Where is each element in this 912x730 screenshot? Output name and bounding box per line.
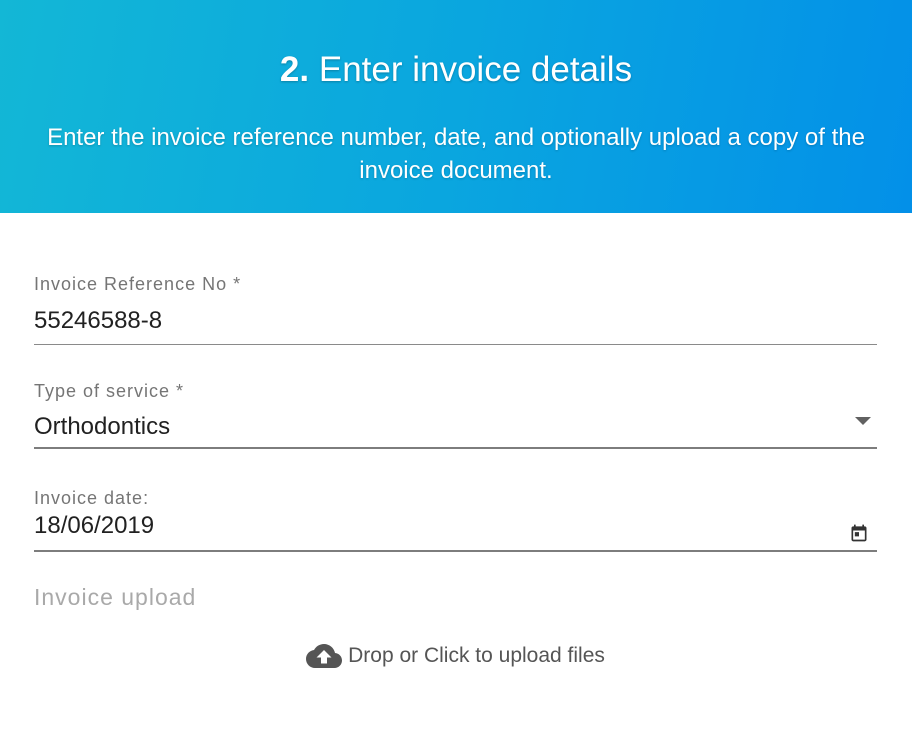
invoice-reference-label: Invoice Reference No *: [34, 274, 242, 294]
service-type-select[interactable]: Orthodontics: [34, 413, 170, 441]
invoice-upload-label: Invoice upload: [34, 584, 197, 610]
invoice-upload-dropzone[interactable]: Drop or Click to upload files: [34, 630, 877, 682]
cloud-upload-icon: [306, 644, 343, 668]
service-type-field[interactable]: Type of service * Orthodontics: [34, 377, 877, 450]
invoice-date-label: Invoice date:: [34, 488, 150, 508]
invoice-date-underline: [34, 550, 877, 552]
invoice-date-input[interactable]: 18/06/2019: [34, 512, 154, 540]
dropdown-arrow-icon[interactable]: [855, 417, 871, 425]
calendar-icon[interactable]: [849, 523, 869, 543]
upload-prompt-text: Drop or Click to upload files: [348, 644, 605, 667]
invoice-reference-underline: [34, 344, 877, 345]
page-header: 2. Enter invoice details Enter the invoi…: [0, 0, 912, 213]
step-title: Enter invoice details: [318, 50, 633, 89]
service-type-underline: [34, 447, 877, 449]
service-type-label: Type of service *: [34, 381, 185, 401]
invoice-reference-input[interactable]: 55246588-8: [34, 307, 162, 335]
page-subtitle: Enter the invoice reference number, date…: [47, 124, 865, 184]
invoice-reference-field[interactable]: Invoice Reference No * 55246588-8: [34, 270, 877, 346]
step-number: 2.: [279, 50, 310, 89]
invoice-date-field[interactable]: Invoice date: 18/06/2019: [34, 484, 877, 554]
page-title: 2. Enter invoice details: [0, 48, 912, 92]
